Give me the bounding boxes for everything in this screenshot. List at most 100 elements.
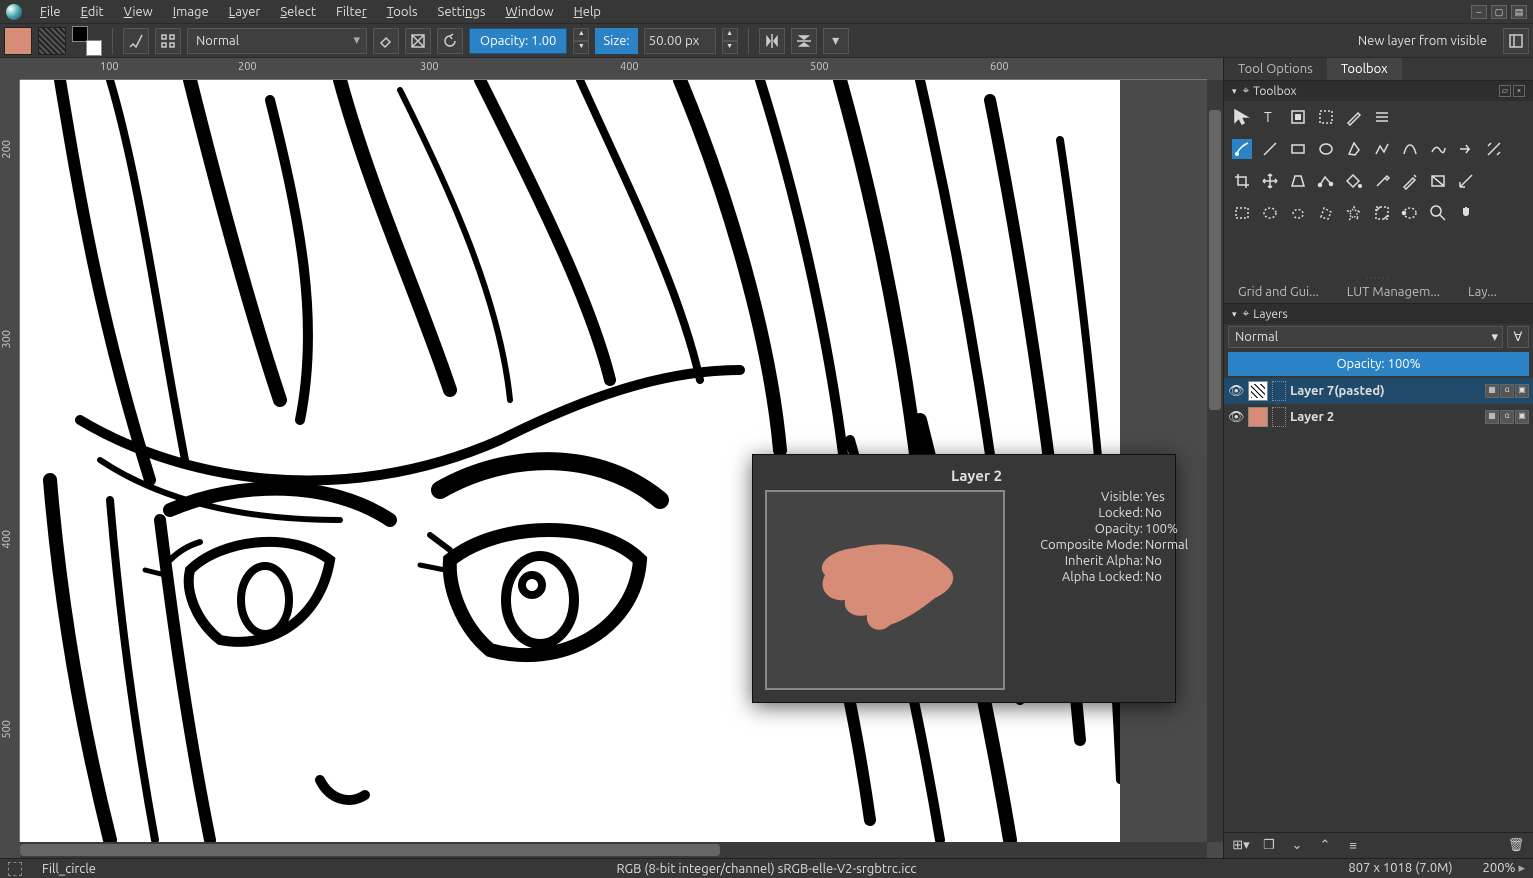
menu-settings[interactable]: Settings bbox=[428, 3, 496, 21]
menu-edit[interactable]: Edit bbox=[71, 3, 114, 21]
polygonal-select-icon[interactable] bbox=[1316, 203, 1336, 223]
menu-tools[interactable]: Tools bbox=[377, 3, 428, 21]
layer-lock-icons[interactable]: ▦α▣ bbox=[1485, 384, 1529, 398]
maximize-button[interactable]: ▢ bbox=[1491, 5, 1507, 19]
h-scroll-thumb[interactable] bbox=[20, 844, 720, 856]
line-tool-icon[interactable] bbox=[1260, 139, 1280, 159]
layer-filter-button[interactable]: ∀ bbox=[1507, 326, 1529, 348]
menu-window[interactable]: Window bbox=[495, 3, 563, 21]
brush-preset-button[interactable] bbox=[123, 28, 149, 54]
tab-grid-guides[interactable]: Grid and Gui... bbox=[1224, 281, 1333, 303]
polyline-tool-icon[interactable] bbox=[1372, 139, 1392, 159]
gradient-tool-icon[interactable] bbox=[1428, 171, 1448, 191]
mirror-horizontal-button[interactable] bbox=[759, 28, 785, 54]
calligraphy-icon[interactable] bbox=[1372, 107, 1392, 127]
duplicate-layer-button[interactable]: ❐ bbox=[1260, 837, 1278, 855]
visibility-toggle-icon[interactable]: 👁 bbox=[1228, 384, 1244, 399]
menu-help[interactable]: Help bbox=[564, 3, 611, 21]
menu-view[interactable]: View bbox=[114, 3, 163, 21]
move-tool-icon[interactable] bbox=[1232, 107, 1252, 127]
dyna-brush-icon[interactable] bbox=[1456, 139, 1476, 159]
horizontal-scrollbar[interactable] bbox=[20, 842, 1207, 858]
bezier-tool-icon[interactable] bbox=[1400, 139, 1420, 159]
menu-filter[interactable]: Filter bbox=[326, 3, 377, 21]
layer-blend-dropdown[interactable]: Normal bbox=[1228, 326, 1503, 348]
crop-tool-icon[interactable] bbox=[1232, 171, 1252, 191]
brush-editor-button[interactable] bbox=[155, 28, 181, 54]
layer-state-icon[interactable] bbox=[1272, 407, 1286, 427]
brush-tool-icon[interactable] bbox=[1232, 139, 1252, 159]
selection-indicator-icon[interactable] bbox=[8, 862, 22, 876]
float-docker-icon[interactable]: ▱ bbox=[1499, 85, 1511, 97]
menu-layer[interactable]: Layer bbox=[219, 3, 271, 21]
workspace-button[interactable]: ▤ bbox=[1511, 5, 1527, 19]
layer-row-1[interactable]: 👁 Layer 2 ▦α▣ bbox=[1224, 404, 1533, 430]
eraser-toggle[interactable] bbox=[373, 28, 399, 54]
ellipse-tool-icon[interactable] bbox=[1316, 139, 1336, 159]
size-spinner[interactable]: ▲▼ bbox=[722, 28, 738, 54]
layer-properties-button[interactable]: ≡ bbox=[1344, 837, 1362, 855]
color-picker-icon[interactable] bbox=[1372, 171, 1392, 191]
freehand-path-icon[interactable] bbox=[1428, 139, 1448, 159]
rectangle-tool-icon[interactable] bbox=[1288, 139, 1308, 159]
multi-brush-icon[interactable] bbox=[1484, 139, 1504, 159]
opacity-spinner[interactable]: ▲▼ bbox=[573, 28, 589, 54]
toolbox-header[interactable]: ⌖Toolbox ▱× bbox=[1224, 81, 1533, 101]
fg-bg-colors[interactable] bbox=[72, 26, 102, 56]
minimize-button[interactable]: – bbox=[1471, 5, 1487, 19]
polygon-tool-icon[interactable] bbox=[1344, 139, 1364, 159]
reload-brush-button[interactable] bbox=[437, 28, 463, 54]
tab-tool-options[interactable]: Tool Options bbox=[1224, 58, 1327, 80]
deform-tool-icon[interactable] bbox=[1316, 171, 1336, 191]
layer-name[interactable]: Layer 7(pasted) bbox=[1290, 384, 1481, 398]
menu-image[interactable]: Image bbox=[163, 3, 219, 21]
visibility-toggle-icon[interactable]: 👁 bbox=[1228, 410, 1244, 425]
freehand-select-icon[interactable] bbox=[1288, 203, 1308, 223]
layer-opacity-slider[interactable]: Opacity: 100% bbox=[1228, 352, 1529, 376]
close-docker-icon[interactable]: × bbox=[1513, 85, 1525, 97]
add-layer-button[interactable]: ⊞▾ bbox=[1232, 837, 1250, 855]
ruler-horizontal[interactable]: 100 200 300 400 500 600 bbox=[20, 58, 1207, 80]
smart-fill-icon[interactable] bbox=[1400, 171, 1420, 191]
delete-layer-button[interactable]: 🗑 bbox=[1507, 837, 1525, 855]
perspective-tool-icon[interactable] bbox=[1288, 171, 1308, 191]
tab-lut[interactable]: LUT Managem... bbox=[1333, 281, 1454, 303]
layer-name[interactable]: Layer 2 bbox=[1290, 410, 1481, 424]
pan-tool-icon[interactable] bbox=[1456, 203, 1476, 223]
vertical-scrollbar[interactable] bbox=[1207, 80, 1223, 842]
pattern-swatch[interactable] bbox=[38, 27, 66, 55]
layer-thumbnail[interactable] bbox=[1248, 407, 1268, 427]
move-layer-down-button[interactable]: ⌄ bbox=[1288, 837, 1306, 855]
menu-file[interactable]: File bbox=[30, 3, 71, 21]
layers-header[interactable]: ⌖Layers bbox=[1224, 304, 1533, 324]
layer-thumbnail[interactable] bbox=[1248, 381, 1268, 401]
similar-select-icon[interactable] bbox=[1372, 203, 1392, 223]
workspace-chooser-button[interactable] bbox=[1503, 28, 1529, 54]
blend-mode-dropdown[interactable]: Normal bbox=[187, 28, 367, 54]
foreground-swatch[interactable] bbox=[4, 27, 32, 55]
zoom-tool-icon[interactable] bbox=[1428, 203, 1448, 223]
wrap-around-button[interactable]: ▾ bbox=[823, 28, 849, 54]
tab-toolbox[interactable]: Toolbox bbox=[1327, 58, 1402, 80]
move-layer-icon[interactable] bbox=[1260, 171, 1280, 191]
measure-tool-icon[interactable] bbox=[1456, 171, 1476, 191]
ruler-vertical[interactable]: 200 300 400 500 bbox=[0, 80, 20, 842]
menu-select[interactable]: Select bbox=[270, 3, 326, 21]
layer-lock-icons[interactable]: ▦α▣ bbox=[1485, 410, 1529, 424]
layer-row-0[interactable]: 👁 Layer 7(pasted) ▦α▣ bbox=[1224, 378, 1533, 404]
text-tool-icon[interactable] bbox=[1316, 107, 1336, 127]
move-layer-up-button[interactable]: ⌃ bbox=[1316, 837, 1334, 855]
edit-shapes-icon[interactable] bbox=[1344, 107, 1364, 127]
rect-select-icon[interactable] bbox=[1232, 203, 1252, 223]
opacity-slider[interactable]: Opacity: 1.00 bbox=[469, 28, 567, 54]
ellipse-select-icon[interactable] bbox=[1260, 203, 1280, 223]
layer-state-icon[interactable] bbox=[1272, 381, 1286, 401]
crop-frame-icon[interactable] bbox=[1288, 107, 1308, 127]
brush-size-input[interactable] bbox=[644, 28, 716, 54]
bezier-select-icon[interactable] bbox=[1400, 203, 1420, 223]
contiguous-select-icon[interactable] bbox=[1344, 203, 1364, 223]
v-scroll-thumb[interactable] bbox=[1209, 110, 1221, 410]
alpha-lock-toggle[interactable] bbox=[405, 28, 431, 54]
tab-layers-short[interactable]: Lay... bbox=[1454, 281, 1511, 303]
mirror-vertical-button[interactable] bbox=[791, 28, 817, 54]
